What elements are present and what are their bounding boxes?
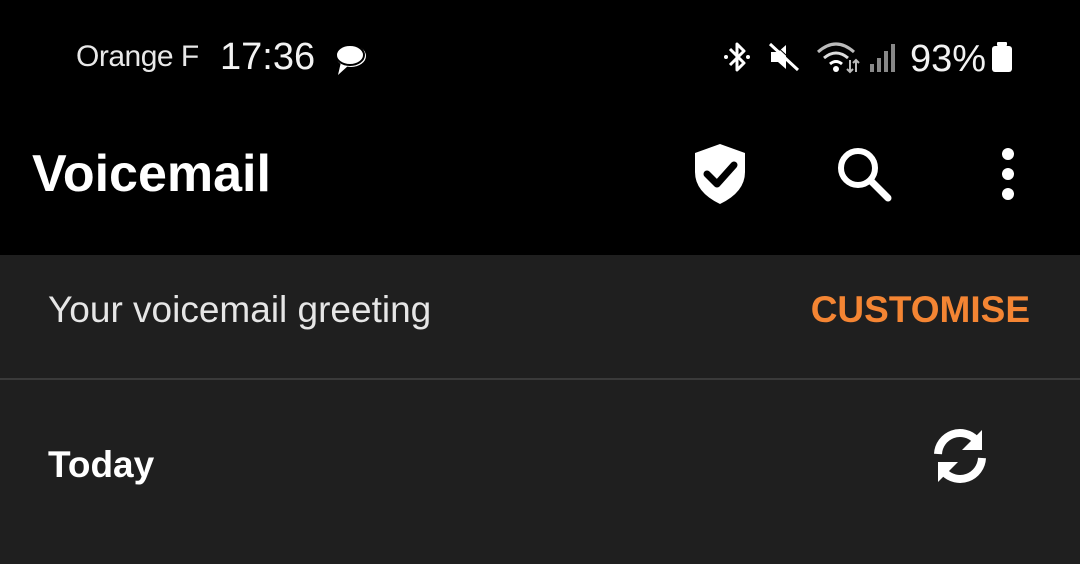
more-options-button[interactable]	[968, 136, 1048, 216]
refresh-icon	[930, 426, 990, 491]
search-icon	[834, 144, 894, 209]
protection-button[interactable]	[680, 136, 760, 216]
signal-icon	[868, 40, 898, 79]
section-header-today: Today	[0, 380, 1080, 564]
battery-percent: 93%	[909, 37, 986, 80]
status-bar: Orange F 17:36 93%	[0, 0, 1080, 118]
battery-icon	[990, 40, 1014, 79]
section-label: Today	[48, 444, 155, 485]
customise-button[interactable]: CUSTOMISE	[811, 289, 1030, 331]
message-bubble-icon	[331, 42, 369, 78]
carrier-name: Orange F	[76, 40, 199, 73]
shield-check-icon	[691, 142, 749, 211]
greeting-label: Your voicemail greeting	[48, 289, 432, 330]
status-icons: 93%	[722, 34, 1014, 84]
search-button[interactable]	[824, 136, 904, 216]
bluetooth-icon	[722, 40, 752, 79]
more-vert-icon	[998, 146, 1018, 207]
wifi-icon	[816, 40, 860, 79]
mute-icon	[766, 40, 802, 79]
voicemail-content: Your voicemail greeting CUSTOMISE Today	[0, 255, 1080, 564]
refresh-button[interactable]	[924, 422, 996, 494]
greeting-row: Your voicemail greeting CUSTOMISE	[0, 255, 1080, 379]
app-bar: Voicemail	[0, 118, 1080, 255]
page-title: Voicemail	[32, 145, 271, 203]
status-time: 17:36	[220, 36, 316, 78]
